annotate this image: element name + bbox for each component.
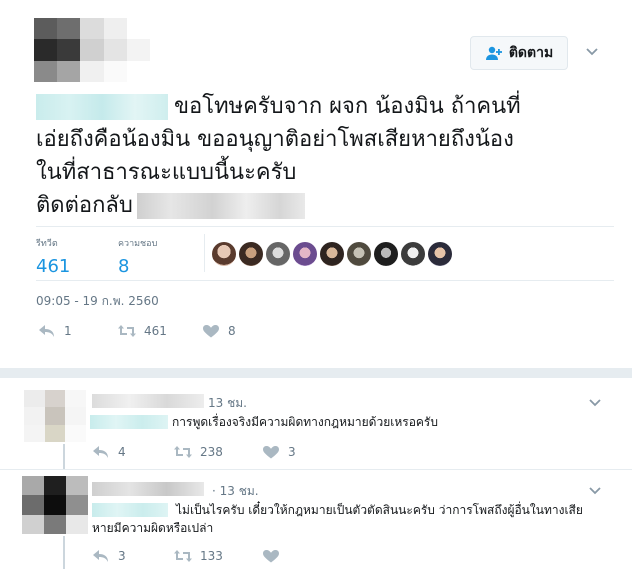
blurred-username[interactable] [92,482,204,496]
reply-icon [39,325,54,337]
reply-text: ไม่เป็นไรครับ เดี๋ยวให้กฎหมายเป็นตัวตัดส… [92,503,583,535]
retweet-icon [118,325,136,337]
retweet-count: 461 [144,324,167,338]
heart-icon [263,446,279,459]
reply-timestamp[interactable]: 13 ชม. [208,394,247,413]
retweet-count: 238 [200,445,223,459]
retweet-icon [174,446,192,458]
reply-timestamp[interactable]: · 13 ชม. [212,482,259,501]
reply-tweet[interactable]: · 13 ชม. ไม่เป็นไรครับ เดี๋ยวให้กฎหมายเป… [0,470,632,569]
reply-icon [93,446,108,458]
retweet-stat[interactable]: รีทวีต 461 [36,236,70,277]
blurred-username[interactable] [92,394,204,408]
tweet-actions: 4 238 3 [92,445,296,459]
like-count: 8 [228,324,236,338]
like-count: 3 [288,445,296,459]
blurred-avatar[interactable] [22,476,88,534]
divider [36,226,614,227]
liker-avatar[interactable] [239,242,263,266]
follow-button-label: ติดตาม [508,45,554,61]
reply-button[interactable]: 4 [92,445,174,459]
divider [204,234,205,272]
liker-avatar[interactable] [428,242,452,266]
like-button[interactable]: 3 [262,445,296,459]
blurred-mention[interactable] [36,94,168,120]
like-button[interactable]: 8 [202,324,236,338]
tweet-line-2: เอ่ยถึงคือน้องมิน ขออนุญาติอย่าโพสเสียหา… [36,127,514,152]
add-user-icon [485,46,502,60]
main-tweet: ติดตาม ขอโทษครับจาก ผจก น้องมิน ถ้าคนที่… [0,0,632,370]
retweet-icon [174,550,192,562]
thread-line [63,536,65,569]
blurred-avatar[interactable] [24,390,86,442]
tweet-line-3: ในที่สาธารณะแบบนี้นะครับ [36,160,297,185]
reply-icon [93,550,108,562]
reply-count: 3 [118,549,126,563]
retweet-button[interactable]: 461 [118,324,202,338]
retweet-count: 133 [200,549,223,563]
retweet-button[interactable]: 133 [174,549,262,563]
liker-avatars [212,242,452,266]
chevron-down-icon[interactable] [585,47,599,57]
retweet-stat-label: รีทวีต [36,239,58,249]
like-stat[interactable]: ความชอบ 8 [118,236,157,277]
blurred-mention[interactable] [90,415,168,429]
reply-count: 1 [64,324,72,338]
retweet-stat-value: 461 [36,256,71,277]
retweet-button[interactable]: 238 [174,445,262,459]
reply-button[interactable]: 3 [92,549,174,563]
like-button[interactable] [262,549,288,563]
tweet-actions: 1 461 8 [38,324,236,338]
liker-avatar[interactable] [320,242,344,266]
reply-button[interactable]: 1 [38,324,118,338]
like-stat-label: ความชอบ [118,239,158,249]
tweet-line-4: ติดต่อกลับ [36,189,616,222]
liker-avatar[interactable] [374,242,398,266]
reply-text: การพูดเรื่องจริงมีความผิดทางกฎหมายด้วยเห… [172,415,438,429]
tweet-actions: 3 133 [92,549,288,563]
chevron-down-icon[interactable] [588,486,602,496]
liker-avatar[interactable] [212,242,236,266]
follow-button[interactable]: ติดตาม [470,36,568,70]
blurred-avatar[interactable] [34,18,150,82]
divider [0,368,632,378]
blurred-contact [136,193,305,219]
reply-count: 4 [118,445,126,459]
tweet-line-1: ขอโทษครับจาก ผจก น้องมิน ถ้าคนที่ [36,90,616,123]
reply-tweet[interactable]: 13 ชม. การพูดเรื่องจริงมีความผิดทางกฎหมา… [0,378,632,470]
like-stat-value: 8 [118,256,130,277]
heart-icon [263,550,279,563]
liker-avatar[interactable] [293,242,317,266]
liker-avatar[interactable] [347,242,371,266]
liker-avatar[interactable] [266,242,290,266]
heart-icon [203,325,219,338]
tweet-timestamp[interactable]: 09:05 - 19 ก.พ. 2560 [36,292,159,311]
liker-avatar[interactable] [401,242,425,266]
thread-line [63,444,65,470]
chevron-down-icon[interactable] [588,398,602,408]
divider [36,280,614,281]
tweet-text: ขอโทษครับจาก ผจก น้องมิน ถ้าคนที่ เอ่ยถึ… [36,90,616,222]
